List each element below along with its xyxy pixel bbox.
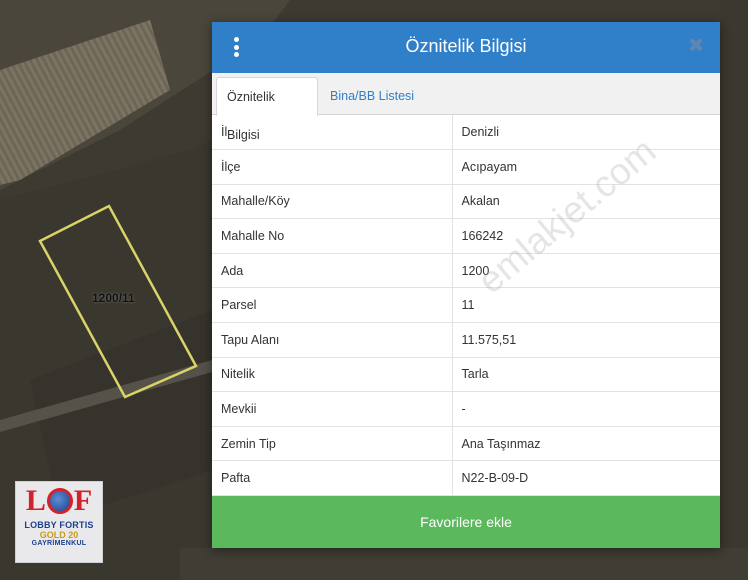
map-edge-south	[180, 548, 748, 580]
attribute-value: 11	[452, 287, 720, 324]
logo-tagline: GOLD 20	[39, 530, 79, 540]
table-row: Tapu Alanı 11.575,51	[212, 322, 720, 358]
globe-icon	[46, 488, 73, 514]
attribute-info-panel: Öznitelik Bilgisi ✖ Öznitelik Bilgisi Bi…	[212, 22, 720, 548]
table-row: İl Denizli	[212, 115, 720, 151]
panel-header: Öznitelik Bilgisi ✖	[212, 22, 720, 73]
attribute-value: Denizli	[452, 115, 720, 151]
attribute-key: Mevkii	[212, 391, 453, 427]
table-row: Nitelik Tarla	[212, 357, 720, 393]
attribute-value: N22-B-09-D	[452, 460, 720, 497]
parcel-label: 1200/11	[92, 291, 135, 305]
table-row: Pafta N22-B-09-D	[212, 460, 720, 497]
vertical-dots-icon[interactable]	[232, 37, 240, 57]
attribute-value: -	[452, 391, 720, 427]
company-logo: L F LOBBY FORTIS GOLD 20 GAYRİMENKUL	[15, 481, 103, 563]
panel-title: Öznitelik Bilgisi	[405, 36, 527, 56]
add-to-favorites-button[interactable]: Favorilere ekle	[212, 496, 720, 548]
table-row: İlçe Acıpayam	[212, 149, 720, 185]
attribute-key: Nitelik	[212, 357, 453, 393]
attribute-key: Mahalle No	[212, 218, 453, 254]
attribute-key: Mahalle/Köy	[212, 184, 453, 220]
attribute-table: İl Denizli İlçe Acıpayam Mahalle/Köy Akalan Ma…	[212, 115, 720, 497]
logo-company-name: LOBBY FORTIS	[24, 520, 94, 530]
logo-mark: L F	[26, 486, 92, 516]
attribute-key: İlçe	[212, 149, 453, 185]
attribute-value: 166242	[452, 218, 720, 254]
table-row: Parsel 11	[212, 287, 720, 324]
attribute-value: Ana Taşınmaz	[452, 426, 720, 462]
table-row: Ada 1200	[212, 253, 720, 289]
table-row: Mahalle/Köy Akalan	[212, 184, 720, 220]
table-row: Mahalle No 166242	[212, 218, 720, 254]
logo-letter-left: L	[25, 484, 46, 517]
tab-attribute-info[interactable]: Öznitelik Bilgisi	[216, 77, 318, 142]
attribute-value: Akalan	[452, 184, 720, 220]
logo-subtitle: GAYRİMENKUL	[31, 540, 87, 547]
attribute-value: 11.575,51	[452, 322, 720, 358]
attribute-key: Ada	[212, 253, 453, 289]
tab-building-list[interactable]: Bina/BB Listesi	[320, 77, 424, 116]
tab-bar: Öznitelik Bilgisi Bina/BB Listesi	[212, 73, 720, 142]
attribute-value: Acıpayam	[452, 149, 720, 185]
map-edge-east	[720, 0, 748, 580]
attribute-key: İl	[212, 115, 453, 151]
attribute-key: Parsel	[212, 287, 453, 324]
attribute-value: Tarla	[452, 357, 720, 393]
table-row: Zemin Tip Ana Taşınmaz	[212, 426, 720, 462]
attribute-key: Zemin Tip	[212, 426, 453, 462]
attribute-key: Pafta	[212, 460, 453, 497]
attribute-key: Tapu Alanı	[212, 322, 453, 358]
close-icon[interactable]: ✖	[685, 35, 707, 57]
attribute-value: 1200	[452, 253, 720, 289]
table-row: Mevkii -	[212, 391, 720, 427]
logo-letter-right: F	[73, 484, 93, 517]
